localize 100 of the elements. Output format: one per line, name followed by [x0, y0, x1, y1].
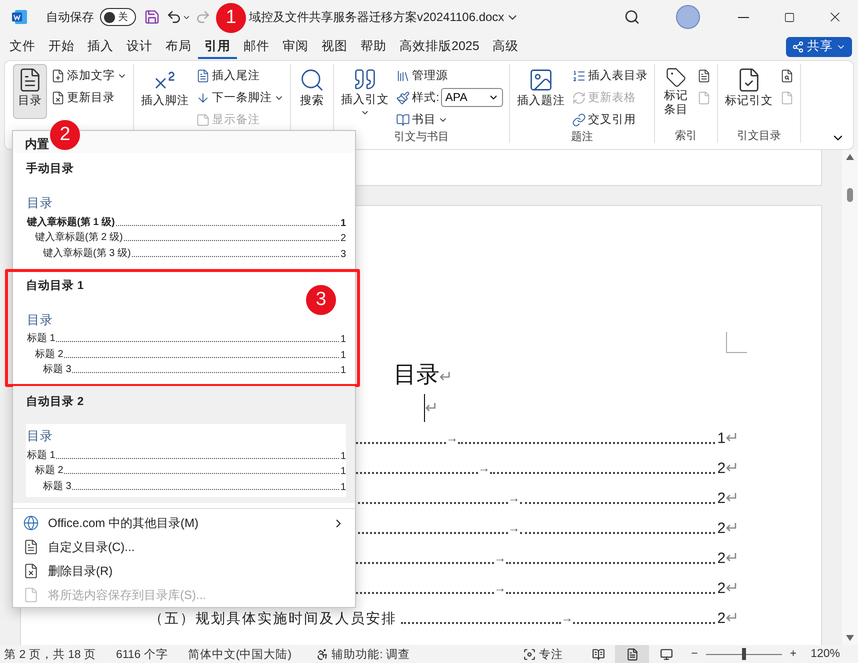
gallery-item[interactable]: 自动目录 2 目录 标题 1 1 标题 2 1 标题 3 1	[13, 386, 355, 502]
paragraph-mark: ↵	[726, 489, 739, 508]
gallery-item-title: 自动目录 1	[26, 278, 85, 294]
menu-tab[interactable]: 设计	[120, 34, 159, 58]
preview-entry-text: 标题 2	[35, 464, 64, 477]
accessibility-button[interactable]: 辅助功能: 调查	[312, 646, 414, 662]
focus-button[interactable]: 专注	[519, 646, 568, 662]
tab-mark: →	[561, 612, 573, 624]
toc-page-number: 2	[717, 490, 726, 508]
paragraph-mark: ↵	[726, 429, 739, 448]
toc-entry-title: （五）规划具体实施时间及人员安排	[149, 610, 397, 628]
books-icon	[396, 68, 410, 82]
menu-tab[interactable]: 高级	[486, 34, 525, 58]
autosave-toggle[interactable]: 关	[100, 8, 136, 26]
preview-page-number: 1	[340, 350, 346, 360]
ribbon-button[interactable]: 下一条脚注	[194, 87, 286, 108]
ribbon-button[interactable]: 管理源	[394, 65, 506, 86]
toc-page-number: 2	[717, 550, 726, 568]
ribbon-button[interactable]: 插入表目录	[570, 65, 650, 86]
monitor-icon	[660, 648, 673, 660]
search-icon	[624, 9, 640, 25]
ribbon-button[interactable]: 目录	[13, 64, 47, 119]
toc-page-number: 2	[717, 460, 726, 478]
ribbon-button[interactable]: 插入题注	[514, 64, 568, 119]
preview-entry-text: 标题 2	[35, 348, 64, 360]
view-button[interactable]	[615, 645, 650, 663]
preview-page-number: 1	[340, 466, 346, 477]
paragraph-mark: ↵	[726, 459, 739, 478]
status-text: 简体中文(中国大陆)	[188, 648, 292, 662]
menu-item[interactable]: 删除目录(R)	[13, 559, 355, 584]
accessibility-icon	[316, 648, 329, 660]
preview-entry-text: 键入章标题(第 3 级)	[43, 246, 131, 260]
share-button[interactable]: 共享	[786, 36, 852, 56]
margin-corner-mark	[726, 332, 747, 353]
document-icon	[23, 539, 39, 556]
menu-tab[interactable]: 文件	[3, 34, 42, 58]
preview-entry-text: 标题 1	[27, 332, 56, 345]
preview-page-number: 1	[340, 482, 346, 492]
maximize-icon	[784, 12, 794, 22]
ribbon-button[interactable]: 交叉引用	[570, 109, 650, 130]
zoom-slider-thumb[interactable]	[742, 648, 746, 660]
preview-entry-text: 标题 1	[27, 448, 56, 462]
menu-tab[interactable]: 布局	[159, 34, 198, 58]
toc-page-number: 2	[717, 610, 726, 628]
document-title: 域控及文件共享服务器迁移方案v20241106.docx	[249, 8, 504, 26]
scrollbar[interactable]	[842, 150, 858, 645]
zoom-in-button[interactable]: +	[786, 648, 801, 660]
menu-tab[interactable]: 插入	[81, 34, 120, 58]
document-heading: 目录	[393, 361, 440, 387]
preview-page-number: 3	[340, 248, 346, 260]
text-cursor	[424, 394, 425, 422]
preview-page-number: 2	[340, 233, 346, 244]
toc-page-number: 2	[717, 580, 726, 598]
group-label: 引文与书目	[393, 130, 450, 144]
menu-tab[interactable]: 开始	[42, 34, 81, 58]
status-text: 第 2 页，共 18 页	[4, 648, 96, 662]
ribbon-button[interactable]: 添加文字	[49, 65, 129, 86]
paragraph-mark: ↵	[726, 549, 739, 568]
menu-item[interactable]: 自定义目录(C)...	[13, 535, 355, 560]
avatar[interactable]	[676, 5, 700, 29]
paragraph-mark: ↵	[726, 579, 739, 598]
scroll-thumb[interactable]	[847, 188, 853, 202]
scroll-down-icon[interactable]	[846, 635, 854, 641]
ribbon-button[interactable]: 插入尾注	[194, 65, 286, 86]
document-save-icon	[23, 587, 39, 604]
document-icon	[196, 68, 210, 82]
preview-page-number: 1	[340, 450, 346, 462]
menu-tab[interactable]: 视图	[315, 34, 354, 58]
preview-heading: 目录	[26, 195, 54, 212]
share-icon	[792, 40, 804, 52]
menu-tab[interactable]: 邮件	[237, 34, 276, 58]
preview-page-number: 1	[340, 218, 346, 228]
zoom-out-button[interactable]: −	[687, 648, 702, 660]
tab-mark: →	[446, 432, 458, 444]
menu-tab[interactable]: 帮助	[354, 34, 393, 58]
zoom-percent[interactable]: 120%	[806, 648, 844, 660]
ribbon-button[interactable]: 搜索	[295, 64, 329, 119]
preview-entry-text: 标题 3	[43, 362, 72, 376]
ribbon-button[interactable]: 更新目录	[49, 87, 129, 108]
link-icon	[572, 112, 586, 126]
list-icon	[572, 68, 586, 82]
scroll-up-icon[interactable]	[846, 154, 854, 160]
ribbon-button[interactable]: 书目	[394, 109, 506, 130]
undo-icon	[166, 9, 182, 25]
menu-tab[interactable]: 审阅	[276, 34, 315, 58]
ribbon-button[interactable]: 标记引文	[722, 64, 776, 119]
tab-mark: →	[494, 582, 506, 594]
save-icon	[144, 9, 160, 25]
preview-page-number: 1	[340, 365, 346, 376]
autosave-label: 自动保存	[46, 8, 94, 26]
number-badge: 1	[216, 3, 246, 33]
menu-tab[interactable]: 高效排版2025	[393, 34, 486, 58]
style-dropdown[interactable]: APA	[441, 88, 504, 107]
gallery-item[interactable]: 手动目录 目录 键入章标题(第 1 级) 1 键入章标题(第 2 级) 2 键入章标题(第 3 级) 3	[13, 153, 355, 270]
group-label: 引文目录	[736, 129, 782, 143]
menu-item[interactable]: Office.com 中的其他目录(M)	[13, 511, 355, 536]
focus-icon	[523, 648, 536, 660]
ribbon-button[interactable]: 插入脚注	[138, 64, 192, 119]
ribbon-button[interactable]: 插入引文	[338, 64, 392, 119]
ribbon-button[interactable]: 标记条目	[659, 64, 694, 119]
